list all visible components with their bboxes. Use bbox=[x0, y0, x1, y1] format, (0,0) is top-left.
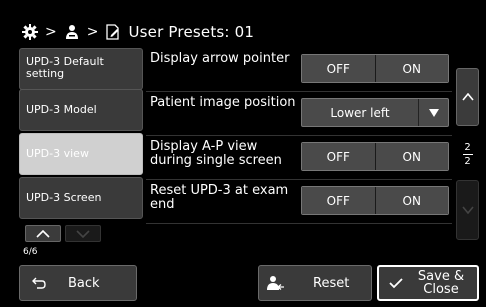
setting-row-ap-view: Display A-P view during single screen OF… bbox=[146, 136, 452, 180]
chevron-up-icon bbox=[461, 93, 474, 101]
patient-image-position-select[interactable]: Lower left bbox=[301, 98, 449, 127]
arrow-pointer-on-button[interactable]: ON bbox=[374, 55, 448, 82]
ap-view-on-button[interactable]: ON bbox=[374, 143, 448, 170]
gear-icon bbox=[21, 23, 39, 41]
ap-view-toggle: OFF ON bbox=[301, 142, 449, 171]
sidebar-page-up-button[interactable] bbox=[25, 225, 61, 242]
chevron-down-icon bbox=[461, 206, 474, 214]
setting-label: Display A-P view during single screen bbox=[150, 139, 282, 168]
save-and-close-button[interactable]: Save & Close bbox=[377, 265, 479, 301]
back-button[interactable]: Back bbox=[19, 265, 137, 301]
settings-scroller: 2 2 bbox=[456, 68, 479, 240]
page-title: User Presets: 01 bbox=[128, 23, 255, 41]
document-edit-icon bbox=[104, 23, 122, 41]
select-value: Lower left bbox=[330, 105, 390, 120]
save-and-close-label: Save & Close bbox=[417, 269, 465, 297]
chevron-up-icon bbox=[36, 229, 50, 238]
scroll-page-indicator: 2 2 bbox=[456, 134, 479, 174]
sidebar-page-counter: 6/6 bbox=[23, 247, 38, 257]
sidebar-item-default-setting[interactable]: UPD-3 Default setting bbox=[19, 48, 143, 90]
title-bar: > > User Presets: 01 bbox=[19, 19, 477, 45]
dropdown-arrow-icon[interactable] bbox=[418, 99, 448, 126]
sidebar-item-view[interactable]: UPD-3 view bbox=[19, 133, 143, 175]
setting-label: Patient image position bbox=[150, 95, 296, 110]
arrow-pointer-toggle: OFF ON bbox=[301, 54, 449, 83]
reset-button[interactable]: Reset bbox=[258, 265, 372, 301]
page-total: 2 bbox=[464, 155, 471, 167]
chevron-down-icon bbox=[76, 229, 90, 238]
arrow-pointer-off-button[interactable]: OFF bbox=[302, 55, 375, 82]
reset-label: Reset bbox=[313, 275, 350, 291]
sidebar-item-label: UPD-3 Screen bbox=[26, 191, 102, 204]
setting-label: Display arrow pointer bbox=[150, 51, 290, 66]
setting-label: Reset UPD-3 at exam end bbox=[150, 183, 289, 212]
checkmark-icon bbox=[389, 278, 403, 289]
setting-row-reset-at-exam-end: Reset UPD-3 at exam end OFF ON bbox=[146, 180, 452, 224]
ap-view-off-button[interactable]: OFF bbox=[302, 143, 375, 170]
back-arrow-icon bbox=[32, 277, 46, 289]
page-current: 2 bbox=[464, 141, 471, 153]
breadcrumb-separator: > bbox=[45, 24, 57, 40]
sidebar-pager: 6/6 bbox=[19, 223, 143, 259]
sidebar-page-down-button[interactable] bbox=[65, 225, 101, 242]
setting-row-arrow-pointer: Display arrow pointer OFF ON bbox=[146, 48, 452, 92]
sidebar-item-label: UPD-3 Default setting bbox=[26, 55, 104, 80]
sidebar-item-screen[interactable]: UPD-3 Screen bbox=[19, 177, 143, 219]
user-reset-icon bbox=[267, 276, 284, 290]
divider bbox=[146, 223, 452, 224]
scroll-down-button[interactable] bbox=[456, 180, 479, 240]
reset-at-exam-end-toggle: OFF ON bbox=[301, 186, 449, 215]
sidebar-item-model[interactable]: UPD-3 Model bbox=[19, 89, 143, 131]
user-icon bbox=[63, 23, 81, 41]
scroll-up-button[interactable] bbox=[456, 68, 479, 126]
setting-row-patient-image-position: Patient image position Lower left bbox=[146, 92, 452, 136]
sidebar-item-label: UPD-3 view bbox=[26, 147, 89, 160]
sidebar-item-label: UPD-3 Model bbox=[26, 103, 97, 116]
reset-at-exam-end-off-button[interactable]: OFF bbox=[302, 187, 375, 214]
reset-at-exam-end-on-button[interactable]: ON bbox=[374, 187, 448, 214]
settings-panel: Display arrow pointer OFF ON Patient ima… bbox=[146, 47, 452, 257]
breadcrumb-separator: > bbox=[86, 24, 99, 40]
back-label: Back bbox=[68, 275, 100, 291]
